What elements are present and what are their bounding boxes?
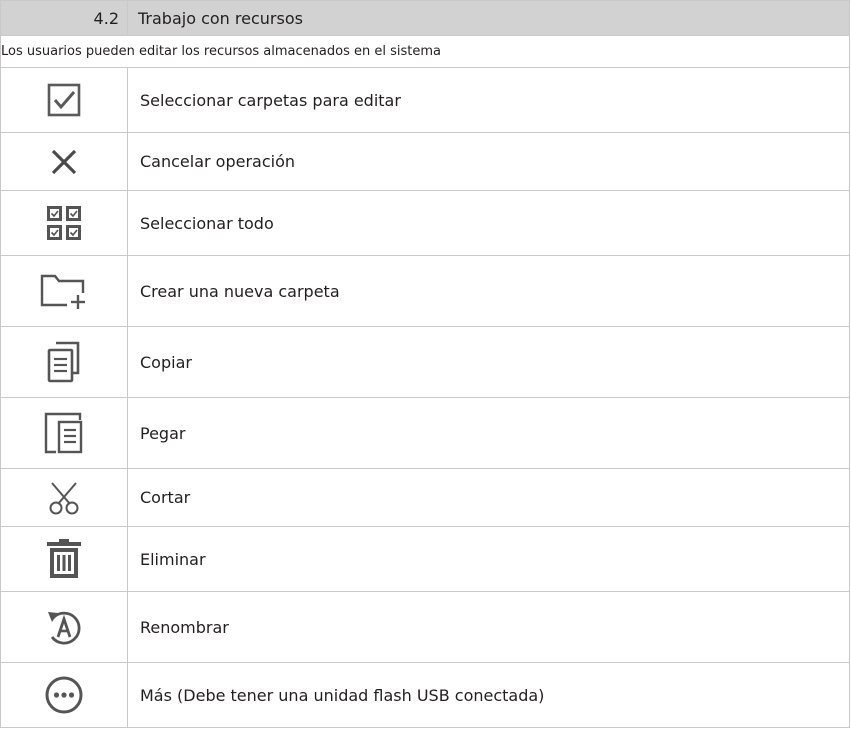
item-label: Seleccionar carpetas para editar xyxy=(127,67,850,133)
item-label: Copiar xyxy=(127,326,850,398)
item-label: Cancelar operación xyxy=(127,132,850,191)
table-row: Eliminar xyxy=(0,526,850,592)
section-number: 4.2 xyxy=(0,0,128,36)
paste-icon xyxy=(44,412,83,454)
item-label: Más (Debe tener una unidad flash USB con… xyxy=(127,662,850,728)
table-row: Seleccionar carpetas para editar xyxy=(0,67,850,133)
close-icon xyxy=(51,149,77,174)
table-row: Cancelar operación xyxy=(0,132,850,191)
select-all-icon xyxy=(47,206,81,240)
table-row: Renombrar xyxy=(0,591,850,663)
new-folder-icon xyxy=(40,274,85,309)
scissors-icon xyxy=(49,481,79,514)
item-label: Cortar xyxy=(127,468,850,527)
intro-row: Los usuarios pueden editar los recursos … xyxy=(0,35,850,68)
table-row: Pegar xyxy=(0,397,850,469)
intro-text: Los usuarios pueden editar los recursos … xyxy=(0,35,850,68)
table-row: Cortar xyxy=(0,468,850,527)
item-label: Pegar xyxy=(127,397,850,469)
table-row: Seleccionar todo xyxy=(0,190,850,256)
checkbox-icon xyxy=(47,83,81,117)
more-icon xyxy=(45,676,83,714)
copy-icon xyxy=(47,341,80,383)
trash-icon xyxy=(47,539,81,578)
section-header: 4.2 Trabajo con recursos xyxy=(0,0,850,36)
table-row: Más (Debe tener una unidad flash USB con… xyxy=(0,662,850,728)
section-title: Trabajo con recursos xyxy=(127,0,850,36)
rename-icon xyxy=(48,611,81,645)
item-label: Seleccionar todo xyxy=(127,190,850,256)
resources-table: 4.2 Trabajo con recursos Los usuarios pu… xyxy=(0,0,850,728)
item-label: Eliminar xyxy=(127,526,850,592)
item-label: Crear una nueva carpeta xyxy=(127,255,850,327)
table-row: Copiar xyxy=(0,326,850,398)
table-row: Crear una nueva carpeta xyxy=(0,255,850,327)
item-label: Renombrar xyxy=(127,591,850,663)
